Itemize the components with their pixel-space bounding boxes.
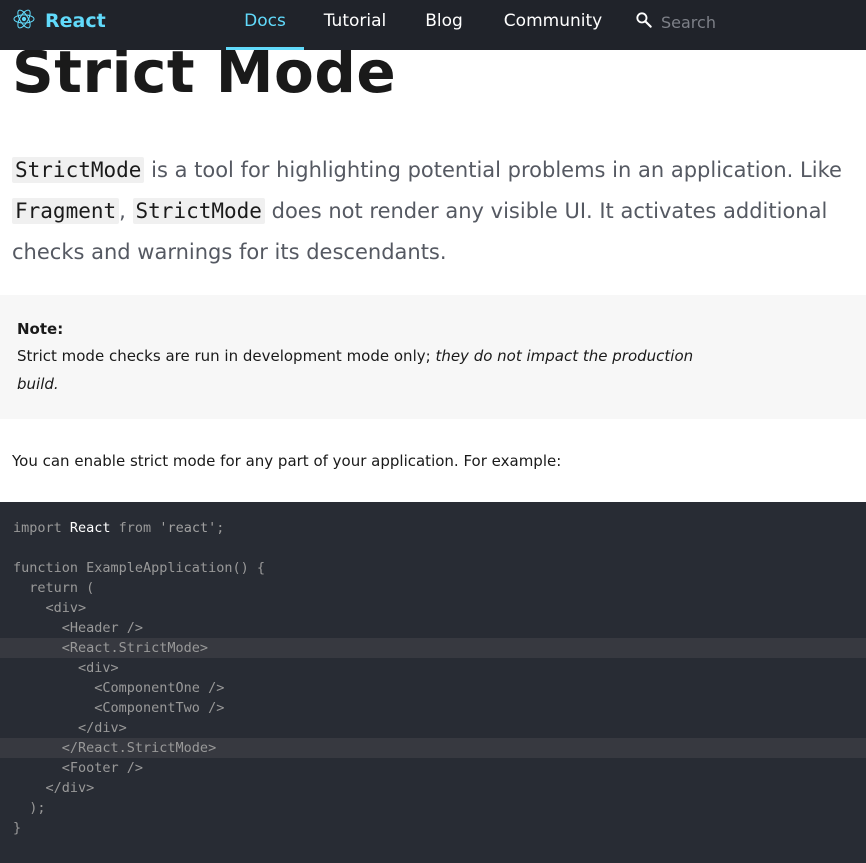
note-box: Note: Strict mode checks are run in deve…	[0, 295, 866, 419]
code-line: </div>	[13, 780, 95, 796]
inline-code-strictmode-2: StrictMode	[132, 198, 265, 224]
code-block: import React from 'react'; function Examp…	[0, 502, 866, 863]
code-line: <div>	[13, 600, 87, 616]
nav-community[interactable]: Community	[486, 0, 620, 50]
code-line: import React from 'react';	[13, 520, 225, 536]
intro-text-1: is a tool for highlighting potential pro…	[144, 158, 842, 182]
logo-text: React	[45, 10, 106, 32]
note-text: Strict mode checks are run in developmen…	[17, 347, 436, 365]
code-line: <ComponentOne />	[13, 680, 225, 696]
nav-blog[interactable]: Blog	[406, 0, 482, 50]
search-input[interactable]	[661, 10, 851, 34]
note-body: Strict mode checks are run in developmen…	[17, 342, 717, 398]
code-line: }	[13, 820, 22, 836]
search-icon	[634, 10, 654, 34]
react-atom-icon	[12, 7, 36, 35]
code-line: return (	[13, 580, 95, 596]
code-line: </React.StrictMode>	[0, 738, 866, 758]
intro-paragraph: StrictMode is a tool for highlighting po…	[12, 150, 842, 273]
code-line: <div>	[13, 660, 119, 676]
top-navigation-bar: React Docs Tutorial Blog Community	[0, 0, 866, 50]
react-logo-link[interactable]: React	[12, 8, 106, 34]
main-nav: Docs Tutorial Blog Community	[226, 0, 620, 50]
nav-docs[interactable]: Docs	[226, 0, 304, 50]
example-intro: You can enable strict mode for any part …	[12, 452, 562, 470]
code-line: <Footer />	[13, 760, 144, 776]
intro-text-2: ,	[119, 199, 133, 223]
search-box	[634, 10, 851, 34]
note-title: Note:	[17, 320, 64, 338]
inline-code-fragment: Fragment	[12, 198, 120, 224]
code-line: <React.StrictMode>	[0, 638, 866, 658]
code-line: <Header />	[13, 620, 144, 636]
inline-code-strictmode: StrictMode	[12, 157, 145, 183]
code-line: </div>	[13, 720, 127, 736]
code-line: );	[13, 800, 46, 816]
code-line: <ComponentTwo />	[13, 700, 225, 716]
nav-tutorial[interactable]: Tutorial	[304, 0, 406, 50]
code-line: function ExampleApplication() {	[13, 560, 265, 576]
